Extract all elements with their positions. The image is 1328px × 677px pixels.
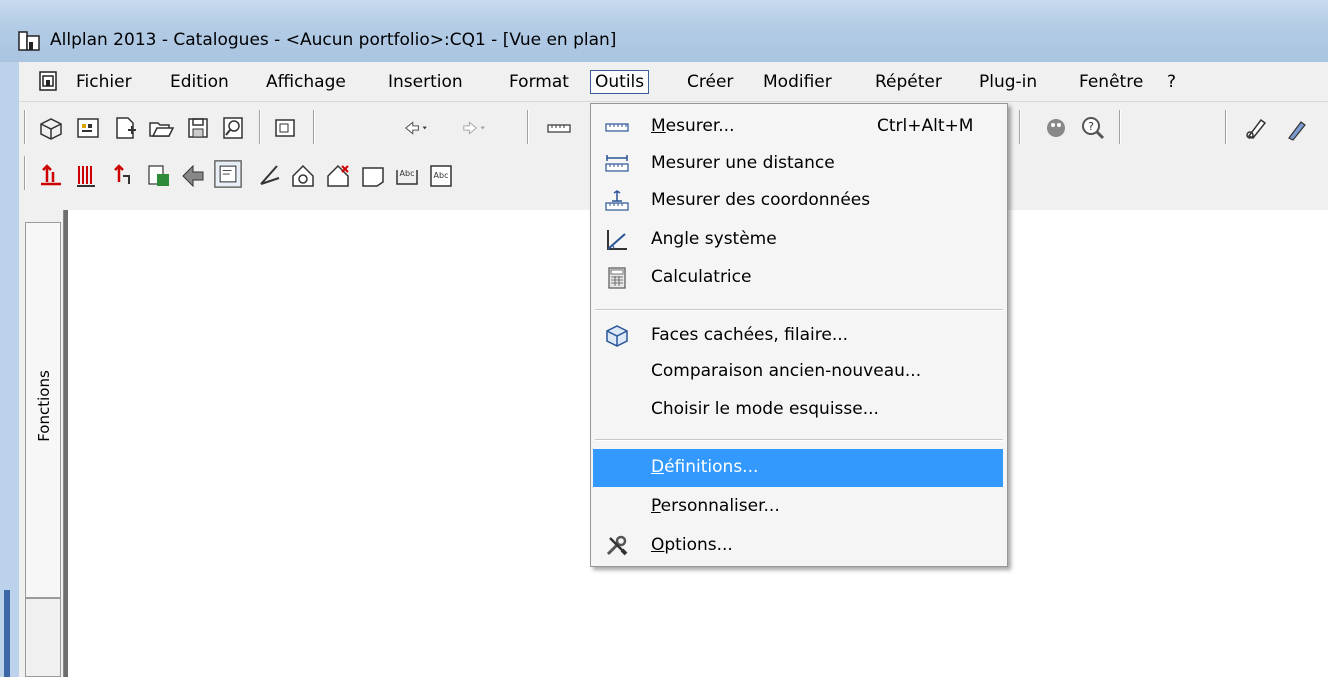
menu-item-comparaison[interactable]: Comparaison ancien-nouveau...	[593, 354, 1003, 390]
menu-creer[interactable]: Créer	[687, 72, 733, 92]
menu-item-options[interactable]: Options...	[593, 528, 1003, 564]
menu-item-label: Angle système	[651, 229, 777, 249]
text-frame-icon[interactable]: Abc	[427, 162, 455, 190]
layout-icon[interactable]	[74, 114, 102, 142]
palette-icon[interactable]	[1042, 114, 1070, 142]
menu-item-personnaliser[interactable]: Personnaliser...	[593, 489, 1003, 525]
menu-separator	[595, 309, 1003, 311]
menu-separator	[595, 439, 1003, 441]
functions-panel: Fonctions	[19, 210, 64, 677]
print-preview-icon[interactable]	[219, 114, 247, 142]
active-frame-icon[interactable]	[214, 160, 242, 188]
menu-item-calculatrice[interactable]: Calculatrice	[593, 260, 1003, 296]
toolbar-separator	[259, 110, 261, 144]
menu-item-label: Options...	[651, 535, 733, 555]
menu-item-mode-esquisse[interactable]: Choisir le mode esquisse...	[593, 392, 1003, 428]
excel-export-icon[interactable]	[145, 162, 173, 190]
window-icon[interactable]	[271, 114, 299, 142]
house-x-icon[interactable]	[324, 162, 352, 190]
menu-item-label: Personnaliser...	[651, 496, 780, 516]
undo-icon[interactable]	[403, 114, 431, 142]
red-bars-icon[interactable]	[73, 162, 101, 190]
title-bar: Allplan 2013 - Catalogues - <Aucun portf…	[0, 0, 1328, 62]
menu-bar: Fichier Edition Affichage Insertion Form…	[19, 62, 1328, 102]
panel-lower-tab[interactable]	[25, 598, 61, 677]
document-icon[interactable]	[39, 71, 57, 91]
ruler-icon	[605, 123, 629, 132]
outils-menu: Mesurer... Ctrl+Alt+M Mesurer une distan…	[590, 103, 1008, 567]
redo-icon[interactable]	[461, 114, 489, 142]
fonctions-tab[interactable]: Fonctions	[25, 222, 61, 598]
menu-help[interactable]: ?	[1167, 72, 1176, 92]
brush-icon[interactable]	[1243, 114, 1271, 142]
red-arrow-down-icon[interactable]	[109, 162, 137, 190]
menu-item-label: Mesurer...	[651, 116, 735, 136]
pen-icon[interactable]	[1281, 114, 1309, 142]
help-search-icon[interactable]: ?	[1079, 114, 1107, 142]
measure-coordinates-icon	[605, 190, 629, 211]
red-arrow-up-icon[interactable]	[37, 162, 65, 190]
toolbar-separator	[1225, 110, 1227, 144]
shortcut-label: Ctrl+Alt+M	[877, 116, 974, 136]
menu-insertion[interactable]: Insertion	[388, 72, 463, 92]
text-abc-icon[interactable]: Abc	[393, 162, 421, 190]
menu-item-mesurer[interactable]: Mesurer... Ctrl+Alt+M	[593, 109, 1003, 145]
menu-item-mesurer-coordonnees[interactable]: Mesurer des coordonnées	[593, 183, 1003, 219]
menu-outils[interactable]: Outils	[590, 70, 650, 94]
menu-item-mesurer-distance[interactable]: Mesurer une distance	[593, 146, 1003, 182]
arrow-tool-icon[interactable]	[179, 162, 207, 190]
menu-item-label: Calculatrice	[651, 267, 752, 287]
menu-item-label: Mesurer une distance	[651, 153, 835, 173]
menu-item-label: Définitions...	[651, 457, 759, 477]
system-angle-icon	[607, 230, 627, 250]
menu-format[interactable]: Format	[509, 72, 569, 92]
svg-text:?: ?	[1088, 120, 1094, 133]
menu-repeter[interactable]: Répéter	[875, 72, 942, 92]
toolbar-separator	[24, 156, 26, 190]
svg-text:Abc: Abc	[400, 169, 415, 178]
save-icon[interactable]	[184, 114, 212, 142]
toolbar-separator	[1019, 110, 1021, 144]
menu-item-definitions[interactable]: Définitions...	[593, 449, 1003, 487]
tools-icon	[606, 535, 628, 556]
allplan-app-icon[interactable]	[17, 30, 43, 52]
menu-item-label: Faces cachées, filaire...	[651, 325, 849, 345]
toolbar-separator	[24, 110, 26, 144]
window-title: Allplan 2013 - Catalogues - <Aucun portf…	[50, 30, 617, 50]
menu-item-angle-systeme[interactable]: Angle système	[593, 222, 1003, 258]
measure-distance-icon	[605, 155, 629, 172]
hidden-faces-icon	[606, 325, 628, 347]
toolbar-separator	[1119, 110, 1121, 144]
3d-view-icon[interactable]	[37, 114, 65, 142]
calculator-icon	[608, 267, 626, 289]
menu-edition[interactable]: Edition	[170, 72, 229, 92]
toolbar-separator	[527, 110, 529, 144]
window-frame-left	[0, 62, 19, 677]
fonctions-tab-label: Fonctions	[35, 370, 53, 442]
menu-item-label: Comparaison ancien-nouveau...	[651, 361, 922, 381]
menu-item-label: Choisir le mode esquisse...	[651, 399, 879, 419]
compass-icon[interactable]	[255, 162, 283, 190]
svg-text:Abc: Abc	[434, 171, 449, 180]
menu-modifier[interactable]: Modifier	[763, 72, 832, 92]
menu-affichage[interactable]: Affichage	[266, 72, 346, 92]
menu-plug-in[interactable]: Plug-in	[979, 72, 1037, 92]
menu-item-label: Mesurer des coordonnées	[651, 190, 871, 210]
open-folder-icon[interactable]	[147, 114, 175, 142]
menu-item-faces-cachees[interactable]: Faces cachées, filaire...	[593, 318, 1003, 354]
house-gear-icon[interactable]	[289, 162, 317, 190]
note-icon[interactable]	[359, 162, 387, 190]
frame-accent-strip	[4, 590, 10, 677]
new-file-icon[interactable]	[111, 114, 139, 142]
toolbar-separator	[313, 110, 315, 144]
menu-fichier[interactable]: Fichier	[76, 72, 132, 92]
canvas-border	[64, 210, 68, 677]
measure-icon[interactable]	[545, 114, 573, 142]
menu-fenetre[interactable]: Fenêtre	[1079, 72, 1143, 92]
